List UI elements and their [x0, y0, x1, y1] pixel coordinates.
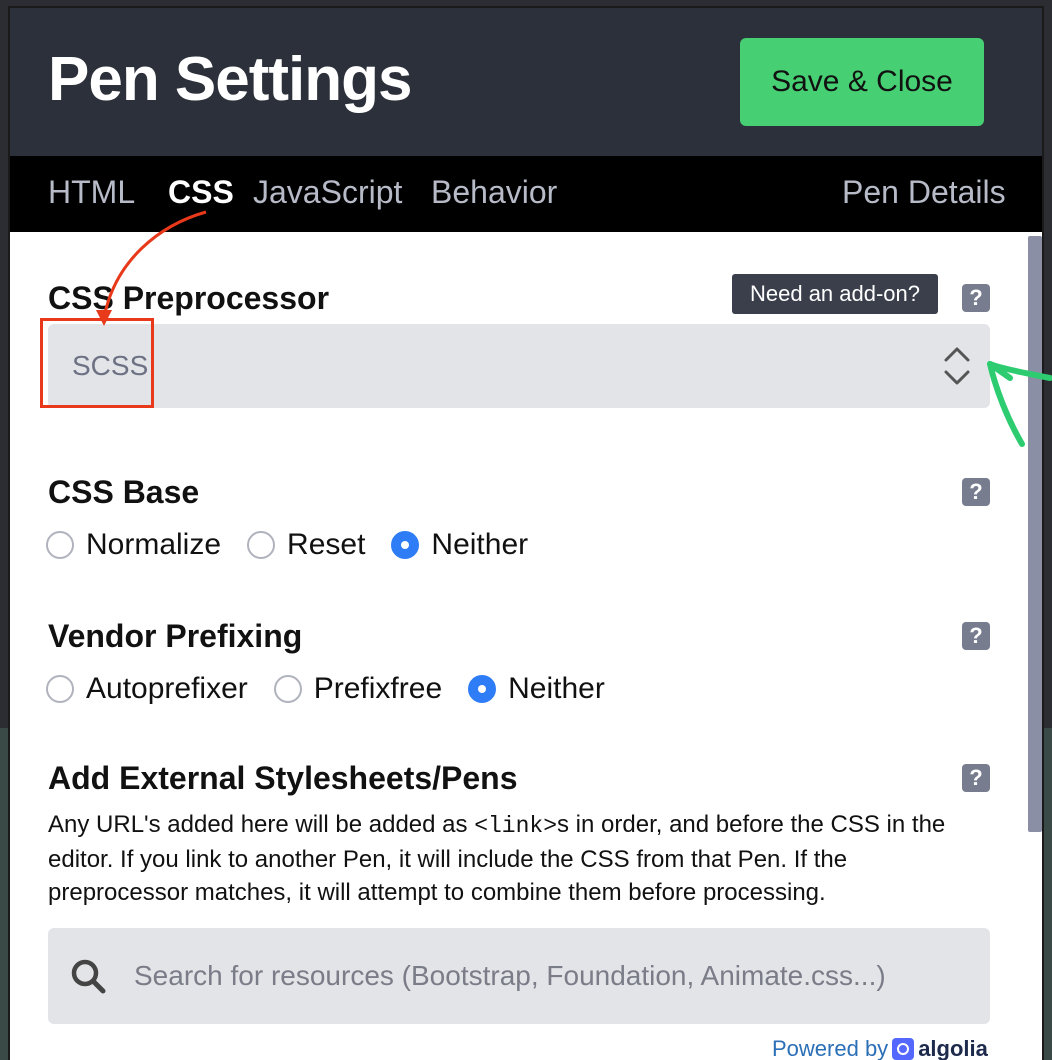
- save-close-button[interactable]: Save & Close: [740, 38, 984, 126]
- modal-header: Pen Settings Save & Close: [10, 8, 1042, 156]
- radio-neither-base[interactable]: Neither: [391, 528, 528, 562]
- tab-css[interactable]: CSS: [168, 174, 234, 211]
- radio-button-checked[interactable]: [391, 531, 420, 559]
- algolia-wordmark: algolia: [918, 1036, 988, 1060]
- chevron-updown-icon: [944, 347, 970, 385]
- help-icon[interactable]: ?: [962, 764, 990, 792]
- help-icon[interactable]: ?: [962, 284, 990, 312]
- radio-label: Prefixfree: [313, 672, 443, 705]
- radio-normalize[interactable]: Normalize: [46, 528, 221, 562]
- radio-neither-prefix[interactable]: Neither: [468, 672, 605, 706]
- radio-button[interactable]: [273, 675, 302, 703]
- help-icon[interactable]: ?: [962, 622, 990, 650]
- preprocessor-select[interactable]: SCSS: [48, 324, 990, 408]
- radio-label: Autoprefixer: [86, 672, 248, 705]
- resource-search-input[interactable]: [134, 928, 974, 1024]
- radio-autoprefixer[interactable]: Autoprefixer: [46, 672, 248, 706]
- modal-title: Pen Settings: [48, 45, 413, 114]
- settings-tabs: HTML CSS JavaScript Behavior Pen Details: [10, 156, 1042, 232]
- radio-label: Reset: [287, 528, 366, 561]
- scrollbar-thumb[interactable]: [1028, 236, 1042, 832]
- external-stylesheets-title: Add External Stylesheets/Pens: [48, 760, 518, 796]
- description-text: Any URL's added here will be added as: [48, 811, 475, 838]
- powered-by-algolia[interactable]: Powered by algolia: [772, 1036, 988, 1060]
- css-base-options: Normalize Reset Neither: [46, 528, 554, 562]
- tab-javascript[interactable]: JavaScript: [253, 174, 402, 211]
- annotation-highlight-box: [40, 318, 154, 408]
- help-icon[interactable]: ?: [962, 478, 990, 506]
- preprocessor-title: CSS Preprocessor: [48, 280, 330, 316]
- powered-by-label: Powered by: [772, 1036, 889, 1060]
- link-code: <link>: [474, 813, 558, 839]
- radio-button[interactable]: [247, 531, 276, 559]
- algolia-logo-icon: [892, 1038, 915, 1060]
- vendor-prefixing-options: Autoprefixer Prefixfree Neither: [46, 672, 631, 706]
- search-icon: [71, 959, 106, 994]
- resource-search: [48, 928, 990, 1024]
- vendor-prefixing-title: Vendor Prefixing: [48, 618, 303, 654]
- external-description: Any URL's added here will be added as <l…: [48, 808, 988, 909]
- radio-button-checked[interactable]: [468, 675, 497, 703]
- radio-button[interactable]: [46, 531, 74, 559]
- radio-label: Neither: [431, 528, 529, 561]
- tab-html[interactable]: HTML: [48, 174, 135, 211]
- radio-reset[interactable]: Reset: [247, 528, 365, 562]
- radio-prefixfree[interactable]: Prefixfree: [273, 672, 443, 706]
- settings-content: CSS Preprocessor Need an add-on? ? SCSS …: [10, 232, 1042, 1060]
- radio-button[interactable]: [46, 675, 74, 703]
- tab-pen-details[interactable]: Pen Details: [842, 174, 1006, 211]
- tab-behavior[interactable]: Behavior: [431, 174, 557, 211]
- css-base-title: CSS Base: [48, 474, 200, 510]
- need-addon-button[interactable]: Need an add-on?: [732, 274, 938, 314]
- radio-label: Normalize: [86, 528, 222, 561]
- pen-settings-modal: Pen Settings Save & Close HTML CSS JavaS…: [10, 8, 1042, 1060]
- radio-label: Neither: [508, 672, 605, 705]
